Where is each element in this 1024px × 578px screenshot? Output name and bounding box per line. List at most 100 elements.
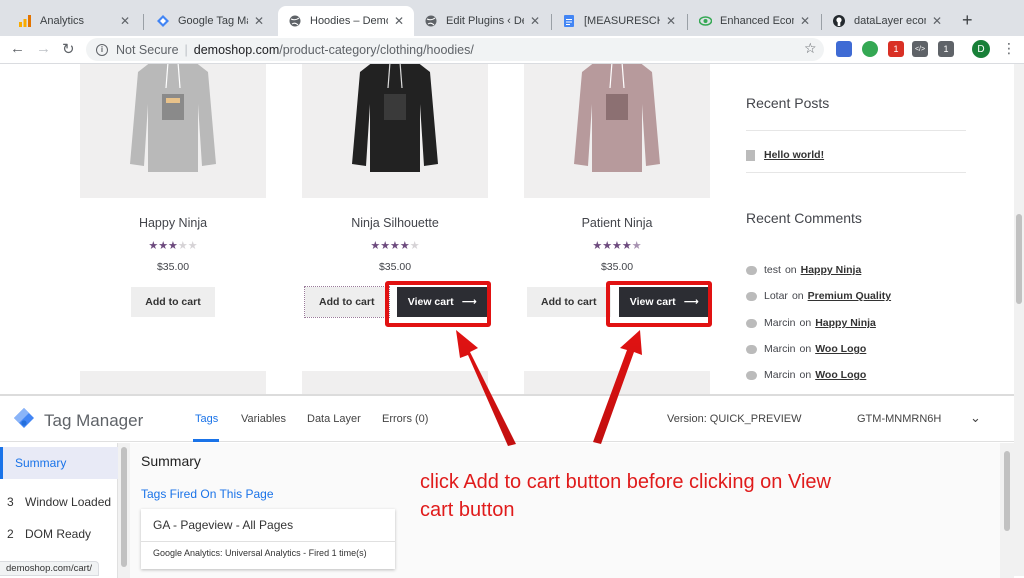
comment-post-link[interactable]: Happy Ninja (815, 317, 876, 329)
recent-post-link[interactable]: Hello world! (764, 149, 824, 161)
add-to-cart-button[interactable]: Add to cart (527, 287, 611, 317)
timeline-summary[interactable]: Summary (0, 447, 118, 479)
hoodie-image (130, 64, 216, 172)
browser-tab-analytics[interactable]: Analytics ✕ (8, 6, 140, 36)
menu-kebab-icon[interactable]: ⋮ (1002, 40, 1016, 57)
tab-variables[interactable]: Variables (241, 413, 286, 425)
comment-item: Marcin on Happy Ninja (746, 317, 876, 329)
tab-close-icon[interactable]: ✕ (530, 14, 540, 28)
tab-close-icon[interactable]: ✕ (800, 14, 810, 28)
profile-avatar[interactable]: D (972, 40, 990, 58)
product-image-placeholder (302, 371, 488, 394)
timeline-scrollbar[interactable] (118, 443, 130, 578)
comment-bubble-icon (746, 265, 757, 275)
tag-assistant-icon[interactable]: 1 (938, 41, 954, 57)
globe-icon (424, 14, 438, 28)
comment-post-link[interactable]: Woo Logo (815, 343, 866, 355)
product-price: $35.00 (600, 261, 634, 273)
tab-data-layer[interactable]: Data Layer (307, 413, 361, 425)
github-icon (832, 14, 846, 28)
docs-icon (562, 14, 576, 28)
forward-arrow-icon[interactable]: → (36, 40, 51, 57)
comment-item: Marcin on Woo Logo (746, 343, 866, 355)
tag-name: GA - Pageview - All Pages (153, 518, 294, 532)
product-image[interactable] (80, 64, 266, 198)
event-timeline: Summary 3 Window Loaded 2 DOM Ready (0, 443, 118, 578)
browser-tab-enhanced-ecommerce[interactable]: Enhanced Ecomm ✕ (688, 6, 820, 36)
add-to-cart-button[interactable]: Add to cart (131, 287, 215, 317)
product-title[interactable]: Ninja Silhouette (302, 216, 488, 230)
hoodie-image (352, 64, 438, 172)
gtm-icon (156, 14, 170, 28)
comment-post-link[interactable]: Happy Ninja (801, 264, 862, 276)
page-scrollbar[interactable] (1014, 64, 1024, 576)
new-tab-button[interactable]: + (962, 10, 973, 31)
browser-tab-measureschool-doc[interactable]: [MEASURESCHOO ✕ (552, 6, 686, 36)
active-tab-indicator (193, 439, 219, 442)
tab-close-icon[interactable]: ✕ (394, 14, 404, 28)
version-label: Version: QUICK_PREVIEW (667, 413, 802, 425)
comment-item: Marcin on Woo Logo (746, 369, 866, 381)
tag-manager-header: Tag Manager Tags Variables Data Layer Er… (0, 396, 1014, 442)
scrollbar-thumb[interactable] (1004, 451, 1010, 531)
info-icon[interactable]: i (96, 43, 108, 56)
add-to-cart-button[interactable]: Add to cart (304, 286, 390, 318)
product-price: $35.00 (156, 261, 190, 273)
fired-tag-card[interactable]: GA - Pageview - All Pages Google Analyti… (141, 509, 395, 569)
comment-bubble-icon (746, 318, 757, 328)
comment-item: test on Happy Ninja (746, 264, 861, 276)
address-bar[interactable]: i Not Secure | demoshop.com /product-cat… (86, 38, 824, 61)
product-image[interactable] (524, 64, 710, 198)
comment-post-link[interactable]: Premium Quality (808, 290, 891, 302)
highlight-box (385, 281, 491, 327)
tag-manager-logo-icon (14, 408, 34, 428)
extension-icon[interactable] (836, 41, 852, 57)
product-title[interactable]: Happy Ninja (80, 216, 266, 230)
browser-tab-google-tag-manager[interactable]: Google Tag Manag ✕ (146, 6, 274, 36)
reload-icon[interactable]: ↻ (62, 40, 75, 58)
back-arrow-icon[interactable]: ← (10, 40, 25, 57)
browser-toolbar: ← → ↻ i Not Secure | demoshop.com /produ… (0, 36, 1024, 64)
tab-close-icon[interactable]: ✕ (254, 14, 264, 28)
extension-icon[interactable] (862, 41, 878, 57)
tab-errors[interactable]: Errors (0) (382, 413, 428, 425)
scrollbar-thumb[interactable] (1016, 214, 1022, 304)
product-card: Happy Ninja ★★★★★ $35.00 Add to cart (80, 64, 266, 319)
product-image-placeholder (80, 371, 266, 394)
browser-tab-edit-plugins[interactable]: Edit Plugins ‹ Dem ✕ (414, 6, 550, 36)
tab-tags[interactable]: Tags (195, 413, 218, 425)
product-rating: ★★★★★ (370, 240, 420, 252)
tag-manager-brand: Tag Manager (44, 411, 144, 430)
code-extension-icon[interactable]: </> (912, 41, 928, 57)
comment-bubble-icon (746, 344, 757, 354)
comment-post-link[interactable]: Woo Logo (815, 369, 866, 381)
product-image[interactable] (302, 64, 488, 198)
chevron-down-icon[interactable]: ⌄ (970, 410, 981, 426)
highlight-box (606, 281, 712, 327)
divider (746, 172, 966, 173)
recent-post-item: Hello world! (746, 149, 824, 161)
scrollbar-thumb[interactable] (121, 447, 127, 567)
product-rating: ★★★★★ (592, 240, 642, 252)
bookmark-star-icon[interactable]: ☆ (804, 40, 817, 57)
globe-icon (288, 14, 302, 28)
browser-tab-datalayer-ecommerce[interactable]: dataLayer ecomm ✕ (822, 6, 952, 36)
summary-title: Summary (141, 453, 201, 469)
tab-close-icon[interactable]: ✕ (666, 14, 676, 28)
timeline-event[interactable]: 3 Window Loaded (7, 495, 111, 509)
extension-badge-icon[interactable]: 1 (888, 41, 904, 57)
timeline-event[interactable]: 2 DOM Ready (7, 527, 91, 541)
tags-fired-heading: Tags Fired On This Page (141, 487, 274, 501)
container-id: GTM-MNMRN6H (857, 413, 942, 425)
address-divider: | (184, 42, 188, 57)
url-host: demoshop.com (193, 42, 280, 57)
shop-page: Happy Ninja ★★★★★ $35.00 Add to cart Nin… (0, 64, 1014, 394)
divider (746, 130, 966, 131)
tab-close-icon[interactable]: ✕ (120, 14, 130, 28)
comment-bubble-icon (746, 370, 757, 380)
product-title[interactable]: Patient Ninja (524, 216, 710, 230)
document-icon (746, 149, 755, 161)
summary-scrollbar[interactable] (1000, 443, 1014, 578)
tab-close-icon[interactable]: ✕ (932, 14, 942, 28)
browser-tab-hoodies[interactable]: Hoodies – Demosh ✕ (278, 6, 414, 36)
